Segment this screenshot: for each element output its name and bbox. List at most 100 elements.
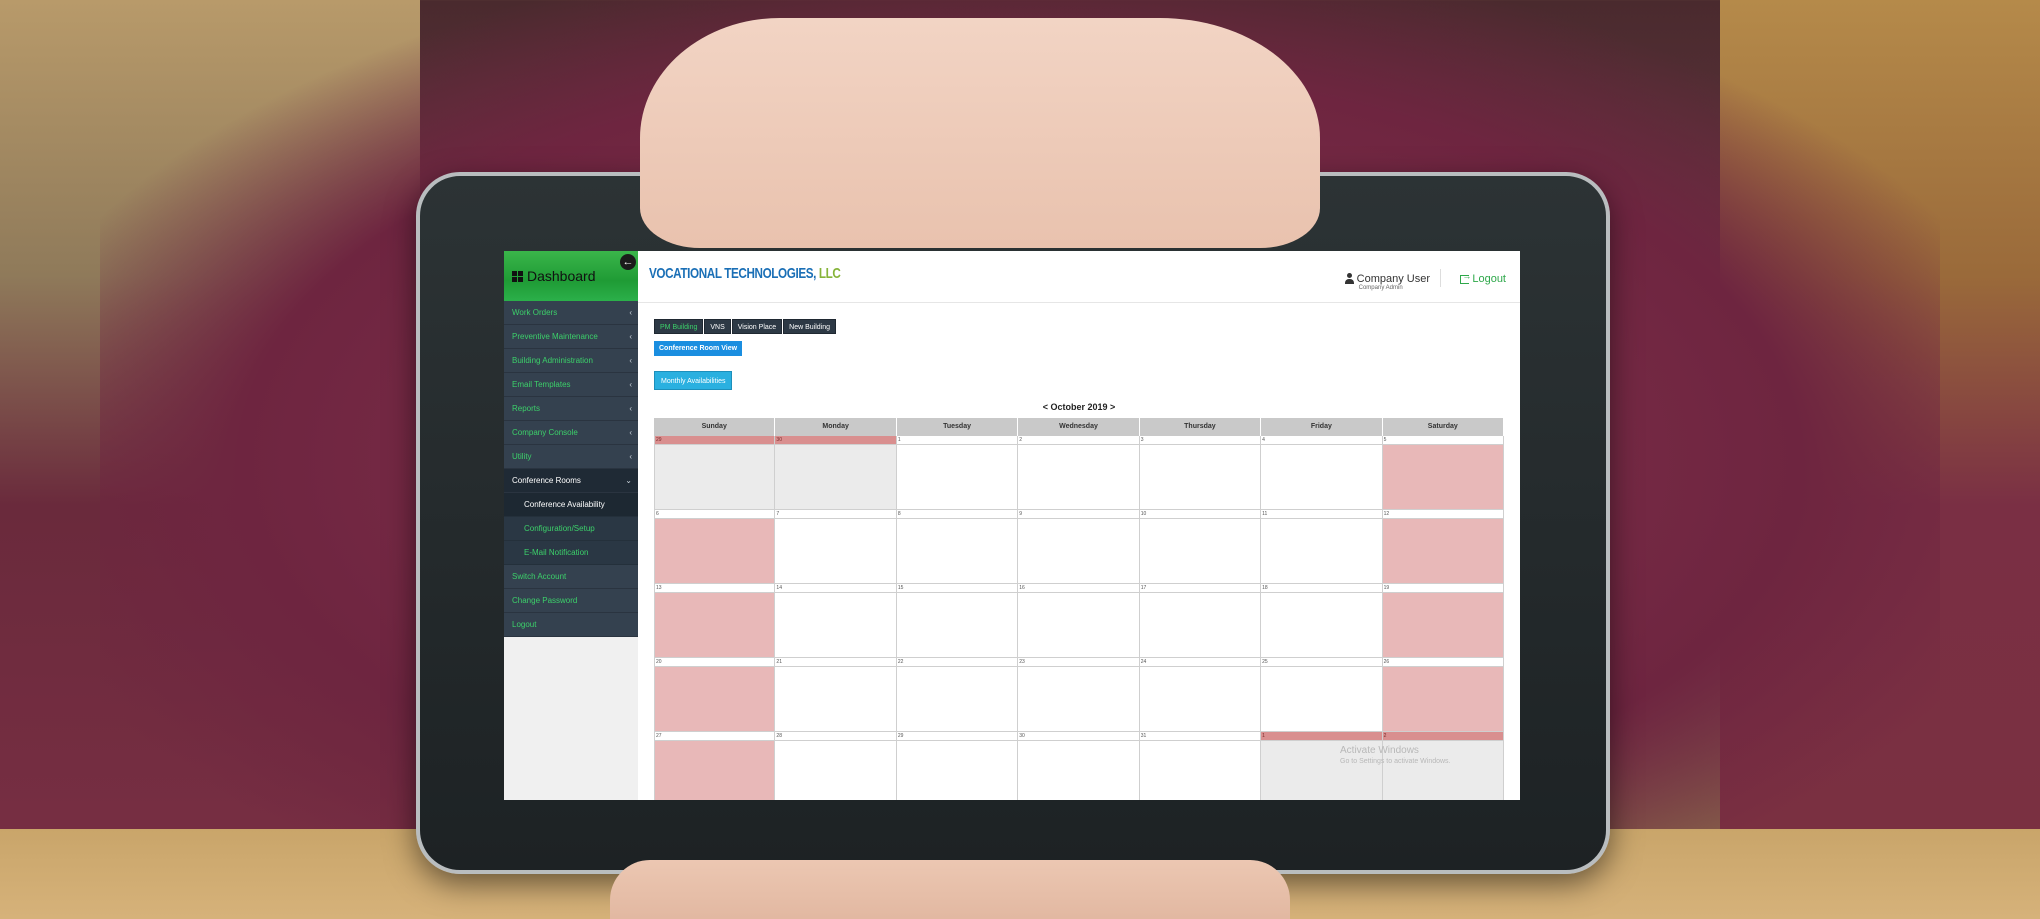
calendar-day[interactable]: 13 <box>654 584 776 658</box>
calendar-day[interactable]: 30 <box>1018 732 1140 800</box>
day-slot[interactable] <box>1261 445 1382 509</box>
calendar-day[interactable]: 8 <box>896 510 1019 584</box>
day-slot[interactable] <box>896 445 1018 509</box>
calendar-day[interactable]: 20 <box>654 658 776 732</box>
calendar-day[interactable]: 4 <box>1261 436 1383 510</box>
chevron-left-icon: ‹ <box>629 356 632 365</box>
day-slot[interactable] <box>1382 667 1503 731</box>
day-slot[interactable] <box>896 667 1018 731</box>
day-slot[interactable] <box>1018 593 1139 657</box>
day-slot[interactable] <box>1139 741 1261 800</box>
day-slot[interactable] <box>655 741 775 800</box>
sidebar-item-work-orders[interactable]: Work Orders ‹ <box>504 301 638 325</box>
calendar-day[interactable]: 6 <box>654 510 776 584</box>
day-slot[interactable] <box>1382 445 1503 509</box>
sidebar-item-building-administration[interactable]: Building Administration ‹ <box>504 349 638 373</box>
calendar-day[interactable]: 11 <box>1261 510 1383 584</box>
sidebar-item-logout[interactable]: Logout <box>504 613 638 637</box>
calendar-day[interactable]: 27 <box>654 732 776 800</box>
sidebar-item-reports[interactable]: Reports ‹ <box>504 397 638 421</box>
calendar-day[interactable]: 14 <box>775 584 897 658</box>
calendar-day[interactable]: 3 <box>1139 436 1262 510</box>
calendar-day[interactable]: 23 <box>1018 658 1140 732</box>
day-slot[interactable] <box>655 667 775 731</box>
calendar-day[interactable]: 28 <box>775 732 897 800</box>
sidebar-item-email-templates[interactable]: Email Templates ‹ <box>504 373 638 397</box>
calendar-day[interactable]: 22 <box>896 658 1019 732</box>
calendar-day[interactable]: 1 <box>896 436 1019 510</box>
day-slot[interactable] <box>1018 519 1139 583</box>
calendar-day[interactable]: 17 <box>1139 584 1262 658</box>
arrow-left-icon[interactable]: ← <box>620 254 636 270</box>
calendar-day[interactable]: 2 <box>1018 436 1140 510</box>
sidebar-item-label: Company Console <box>512 428 578 437</box>
conference-room-view-button[interactable]: Conference Room View <box>654 341 743 356</box>
calendar-day[interactable]: 26 <box>1382 658 1504 732</box>
chevron-left-icon: ‹ <box>629 452 632 461</box>
day-slot[interactable] <box>775 445 896 509</box>
sidebar-item-company-console[interactable]: Company Console ‹ <box>504 421 638 445</box>
day-slot[interactable] <box>1382 593 1503 657</box>
calendar-day[interactable]: 31 <box>1139 732 1262 800</box>
day-slot[interactable] <box>1139 667 1261 731</box>
sidebar-item-preventive-maintenance[interactable]: Preventive Maintenance ‹ <box>504 325 638 349</box>
sidebar-header[interactable]: Dashboard ← <box>504 251 638 301</box>
calendar-day[interactable]: 24 <box>1139 658 1262 732</box>
day-slot[interactable] <box>775 519 896 583</box>
sidebar-item-change-password[interactable]: Change Password <box>504 589 638 613</box>
sidebar-item-conference-rooms[interactable]: Conference Rooms ⌄ <box>504 469 638 493</box>
day-slot[interactable] <box>1382 519 1503 583</box>
tab-new-building[interactable]: New Building <box>783 319 837 334</box>
calendar-day[interactable]: 16 <box>1018 584 1140 658</box>
day-slot[interactable] <box>896 593 1018 657</box>
tab-vision-place[interactable]: Vision Place <box>731 319 783 334</box>
calendar-day[interactable]: 12 <box>1382 510 1504 584</box>
calendar-day[interactable]: 25 <box>1261 658 1383 732</box>
calendar-day[interactable]: 9 <box>1018 510 1140 584</box>
day-slot[interactable] <box>655 593 775 657</box>
calendar-day[interactable]: 2 <box>1382 732 1504 800</box>
top-bar: VOCATIONAL TECHNOLOGIES, LLC Company Use… <box>638 251 1520 303</box>
day-slot[interactable] <box>1018 445 1139 509</box>
monthly-availabilities-button[interactable]: Monthly Availabilities <box>654 371 733 390</box>
sidebar-item-utility[interactable]: Utility ‹ <box>504 445 638 469</box>
day-slot[interactable] <box>655 519 775 583</box>
day-slot[interactable] <box>1139 593 1261 657</box>
main-content: VOCATIONAL TECHNOLOGIES, LLC Company Use… <box>638 251 1520 800</box>
calendar-day[interactable]: 5 <box>1382 436 1504 510</box>
tablet-screen: Dashboard ← Work Orders ‹ Preventive Maint… <box>504 251 1520 800</box>
sidebar-subitem-configuration-setup[interactable]: Configuration/Setup <box>504 517 638 541</box>
calendar-day[interactable]: 30 <box>775 436 897 510</box>
logout-link[interactable]: Logout <box>1460 271 1506 285</box>
sidebar-subitem-e-mail-notification[interactable]: E-Mail Notification <box>504 541 638 565</box>
calendar-day[interactable]: 29 <box>896 732 1019 800</box>
day-slot[interactable] <box>896 741 1018 800</box>
sidebar-item-switch-account[interactable]: Switch Account <box>504 565 638 589</box>
day-slot[interactable] <box>775 593 896 657</box>
user-menu[interactable]: Company User Company Admin <box>1344 273 1430 291</box>
day-slot[interactable] <box>1139 519 1261 583</box>
weekday-thursday: Thursday <box>1140 418 1262 436</box>
day-slot[interactable] <box>775 741 896 800</box>
calendar-day[interactable]: 7 <box>775 510 897 584</box>
day-slot[interactable] <box>1261 519 1382 583</box>
calendar-day[interactable]: 1 <box>1261 732 1383 800</box>
day-slot[interactable] <box>1018 667 1139 731</box>
calendar-day[interactable]: 15 <box>896 584 1019 658</box>
day-slot[interactable] <box>1261 593 1382 657</box>
day-slot[interactable] <box>655 445 775 509</box>
sidebar-subitem-conference-availability[interactable]: Conference Availability <box>504 493 638 517</box>
month-navigation[interactable]: < October 2019 > <box>654 402 1504 412</box>
calendar-day[interactable]: 10 <box>1139 510 1262 584</box>
day-slot[interactable] <box>775 667 896 731</box>
calendar-day[interactable]: 18 <box>1261 584 1383 658</box>
calendar-day[interactable]: 29 <box>654 436 776 510</box>
day-slot[interactable] <box>1261 667 1382 731</box>
calendar-day[interactable]: 19 <box>1382 584 1504 658</box>
day-slot[interactable] <box>896 519 1018 583</box>
day-slot[interactable] <box>1018 741 1139 800</box>
calendar-day[interactable]: 21 <box>775 658 897 732</box>
tab-pm-building[interactable]: PM Building <box>654 319 704 334</box>
day-slot[interactable] <box>1139 445 1261 509</box>
tab-vns[interactable]: VNS <box>704 319 731 334</box>
